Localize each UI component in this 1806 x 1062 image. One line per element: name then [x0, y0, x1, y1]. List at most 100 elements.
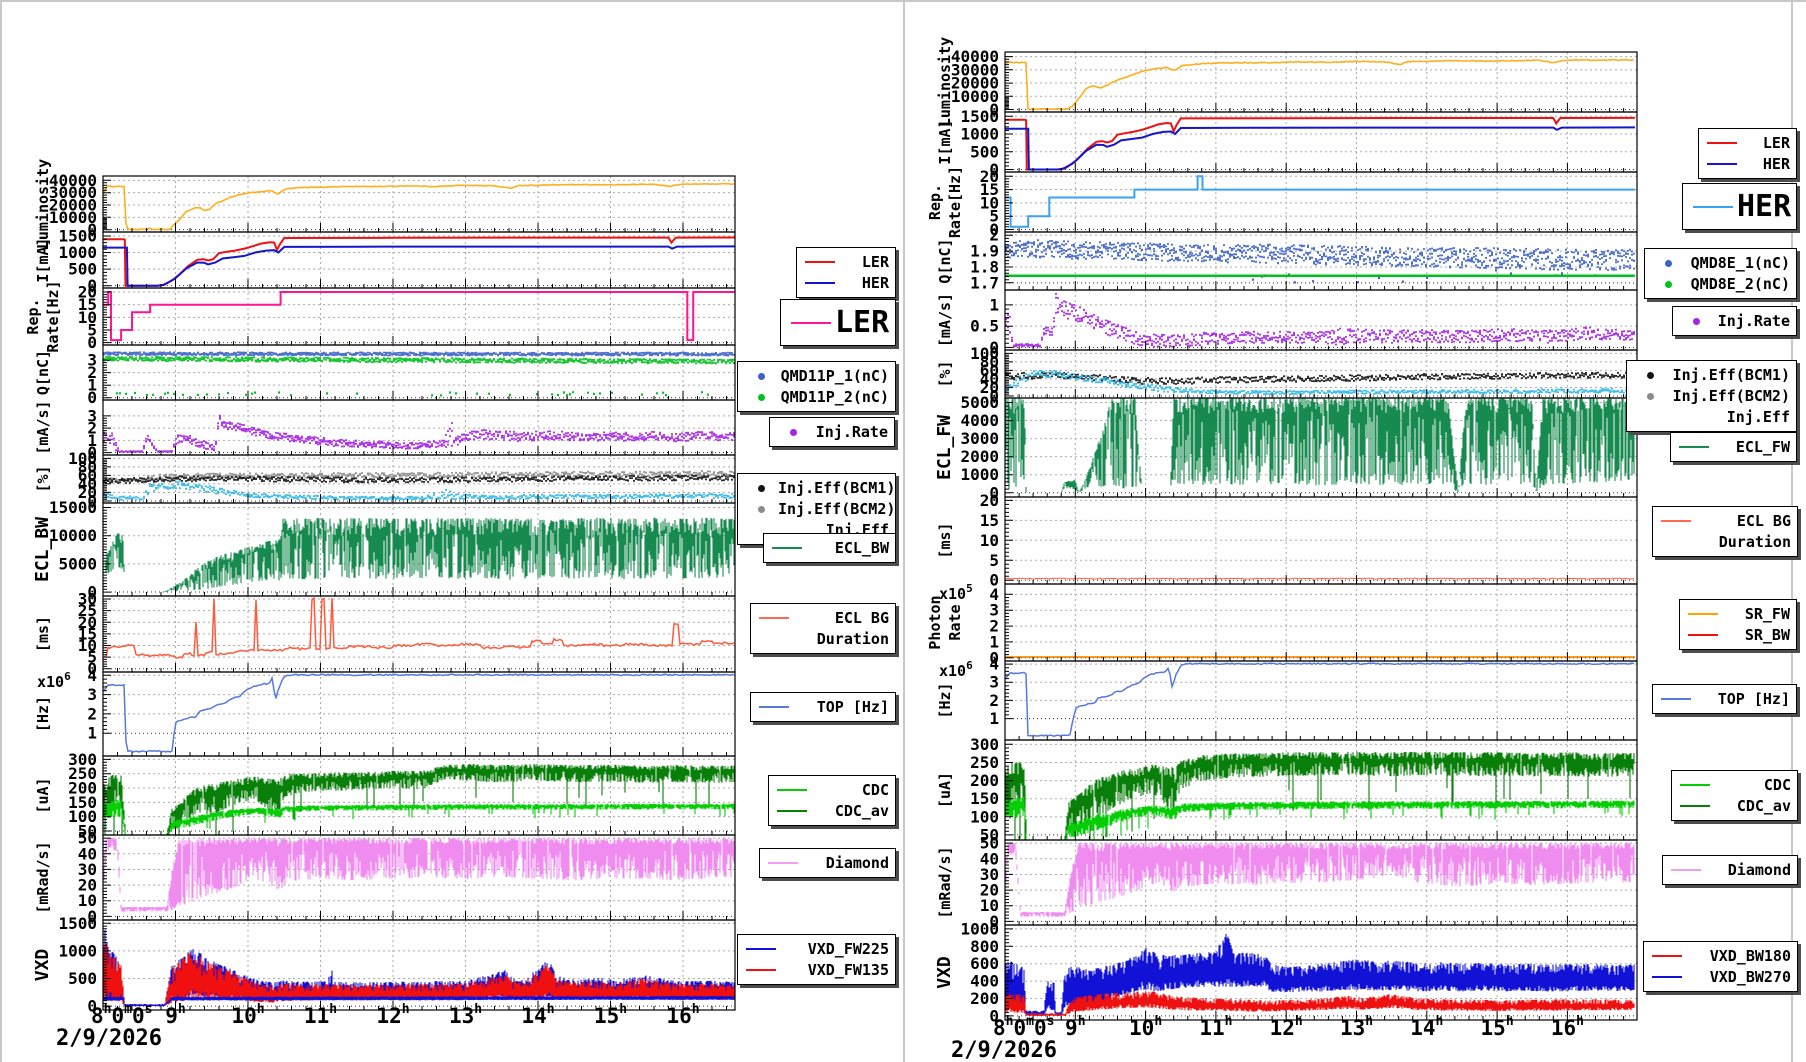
legend-line-marker: [1689, 205, 1737, 208]
legend-item: VXD_BW270: [1650, 968, 1791, 986]
legend-item: Inj.Rate: [1679, 312, 1790, 330]
legend-item: LER: [803, 253, 889, 271]
legend-inj-rate: Inj.Rate: [769, 417, 895, 447]
legend-qmd11p-1-nc-: QMD11P_1(nC) QMD11P_2(nC): [737, 361, 896, 412]
legend-ecl-bw: ECL_BW: [763, 533, 896, 563]
legend-label: LER: [1762, 134, 1790, 152]
y-axis-title: Photon: [926, 595, 944, 649]
legend-line-marker: [775, 810, 809, 812]
legend-label: ECL_BW: [834, 539, 889, 557]
legend-label: CDC_av: [1736, 797, 1791, 815]
legend-label: CDC: [1763, 776, 1791, 794]
legend-dot-marker: [776, 428, 810, 436]
legend-item: ECL_BW: [770, 539, 889, 557]
legend-qmd8e-1-nc-: QMD8E_1(nC) QMD8E_2(nC): [1644, 248, 1797, 299]
legend-item: QMD8E_2(nC): [1651, 275, 1790, 293]
legend-label: VXD_BW270: [1709, 968, 1791, 986]
y-axis-title: Rep.: [926, 184, 944, 220]
y-tick-label: 40000: [951, 47, 999, 66]
legend-item: ECL_FW: [1677, 438, 1790, 456]
legend-vxd-fw225: VXD_FW225 VXD_FW135: [737, 934, 896, 985]
legend-item: ECL BG: [757, 609, 889, 627]
subplot-vxd-rate: 02004006008001000 VXD: [934, 919, 1638, 1025]
legend-dot-marker: [1633, 371, 1667, 379]
legend-line-marker: [1705, 163, 1739, 165]
y-tick-label: 200: [970, 771, 999, 790]
y-tick-label: 5: [989, 551, 999, 570]
legend-dot-marker: [744, 505, 778, 513]
legend-item: Inj.Eff(BCM2): [744, 500, 895, 518]
legend-item: Inj.Eff(BCM1): [744, 479, 895, 497]
legend-top-hz-: TOP [Hz]: [750, 692, 896, 722]
legend-item: TOP [Hz]: [1659, 690, 1790, 708]
legend-dot-marker: [744, 393, 778, 401]
legend-label: Inj.Eff(BCM2): [778, 500, 896, 518]
y-tick-label: 4000: [960, 411, 999, 430]
legend-sr-fw: SR_FW SR_BW: [1679, 599, 1797, 650]
subplot-ecl-fw: 010002000300040005000ECL_FW: [934, 393, 1638, 502]
y-tick-label: 50: [980, 834, 999, 853]
y-tick-label: 20: [980, 167, 999, 186]
y-tick-label: 20: [980, 491, 999, 510]
left-date-label: 2/9/2026: [56, 1026, 162, 1051]
legend-item: CDC: [1678, 776, 1791, 794]
y-axis-title: ECL_FW: [934, 415, 955, 480]
legend-item: Diamond: [1669, 861, 1791, 879]
legend-label: VXD_BW180: [1709, 947, 1791, 965]
subplot-diamond-dose: 01020304050[mRad/s]: [936, 834, 1638, 931]
legend-label: HER: [861, 274, 889, 292]
legend-item: Inj.Eff(BCM2): [1633, 387, 1790, 405]
legend-item: SR_BW: [1686, 626, 1790, 644]
legend-line-marker: [1669, 869, 1703, 871]
legend-dot-marker: [1633, 392, 1667, 400]
legend-item: TOP [Hz]: [757, 698, 889, 716]
legend-label: LER: [835, 305, 890, 340]
legend-label: Diamond: [825, 854, 889, 872]
legend-item: Inj.Rate: [776, 423, 888, 441]
legend-label: Duration: [816, 630, 889, 648]
y-tick-label: 1000: [960, 919, 999, 938]
legend-line-marker: [766, 862, 800, 864]
legend-dot-marker: [744, 484, 778, 492]
legend-label: VXD_FW225: [807, 940, 889, 958]
y-tick-label: 500: [970, 142, 999, 161]
legend-label: HER: [1737, 189, 1792, 224]
y-tick-label: 0: [989, 1006, 999, 1025]
axis-multiplier-label: x105: [939, 582, 973, 603]
legend-label: Diamond: [1727, 861, 1791, 879]
legend-label: ECL BG: [1736, 512, 1791, 530]
legend-line-marker: [757, 706, 791, 708]
legend-line-marker: [803, 261, 837, 263]
legend-line-marker: [1659, 520, 1693, 522]
legend-line-marker: [1705, 142, 1739, 144]
legend-item: CDC: [775, 781, 889, 799]
legend-item: CDC_av: [775, 802, 889, 820]
legend-item: VXD_FW135: [744, 961, 889, 979]
y-axis-title: [Hz]: [936, 682, 954, 718]
legend-line-marker: [744, 948, 778, 950]
legend-line-marker: [1677, 446, 1711, 448]
legend-item: LER: [1705, 134, 1790, 152]
legend-top-hz-: TOP [Hz]: [1652, 684, 1797, 714]
legend-label: Duration: [1718, 533, 1791, 551]
legend-label: QMD11P_1(nC): [780, 367, 889, 385]
subplot-inj-rate: 00.51[mA/s]: [936, 289, 1638, 357]
legend-ecl-bg: ECL BG Duration: [750, 603, 896, 654]
legend-cdc: CDC CDC_av: [768, 775, 896, 826]
legend-item: Inj.Eff(BCM1): [1633, 366, 1790, 384]
legend-item: Duration: [1659, 533, 1791, 551]
y-tick-label: 2000: [960, 447, 999, 466]
subplot-ecl-bg-duration: 05101520[ms]: [936, 491, 1638, 590]
legend-ecl-fw: ECL_FW: [1670, 432, 1797, 462]
legend-item: ECL BG: [1659, 512, 1791, 530]
legend-line-marker: [1650, 976, 1684, 978]
y-axis-title: [uA]: [936, 772, 954, 808]
y-tick-label: 2: [989, 691, 999, 710]
right-date-label: 2/9/2026: [951, 1038, 1057, 1062]
legend-label: Inj.Eff(BCM1): [778, 479, 896, 497]
legend-line-marker: [775, 789, 809, 791]
right-plot-area: 0 10000 20000 30000 40000 Luminosity 0 500 1000 1…: [0, 0, 1806, 1062]
legend-line-marker: [1686, 613, 1720, 615]
legend-inj-rate: Inj.Rate: [1672, 306, 1797, 336]
right-plot-canvas: 010000200003000040000Luminosity050010001…: [926, 37, 1638, 1025]
